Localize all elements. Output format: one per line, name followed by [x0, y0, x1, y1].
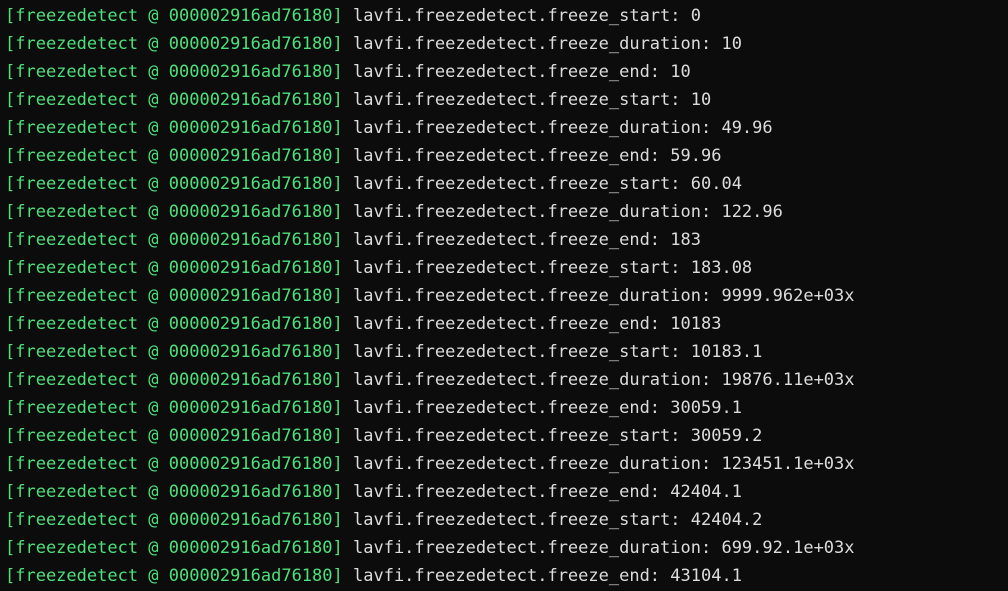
log-line: [freezedetect @ 000002916ad76180] lavfi.…: [5, 338, 1008, 366]
log-source-tag: [freezedetect @ 000002916ad76180]: [5, 510, 343, 530]
log-line: [freezedetect @ 000002916ad76180] lavfi.…: [5, 114, 1008, 142]
log-message: lavfi.freezedetect.freeze_duration: 1987…: [342, 370, 855, 390]
log-message: lavfi.freezedetect.freeze_duration: 10: [342, 34, 742, 54]
log-line: [freezedetect @ 000002916ad76180] lavfi.…: [5, 282, 1008, 310]
log-line: [freezedetect @ 000002916ad76180] lavfi.…: [5, 226, 1008, 254]
log-line: [freezedetect @ 000002916ad76180] lavfi.…: [5, 366, 1008, 394]
log-line: [freezedetect @ 000002916ad76180] lavfi.…: [5, 562, 1008, 590]
log-source-tag: [freezedetect @ 000002916ad76180]: [5, 538, 343, 558]
log-source-tag: [freezedetect @ 000002916ad76180]: [5, 90, 343, 110]
log-message: lavfi.freezedetect.freeze_start: 30059.2: [342, 426, 763, 446]
log-source-tag: [freezedetect @ 000002916ad76180]: [5, 342, 343, 362]
log-message: lavfi.freezedetect.freeze_end: 43104.1: [342, 566, 742, 586]
log-source-tag: [freezedetect @ 000002916ad76180]: [5, 34, 343, 54]
log-source-tag: [freezedetect @ 000002916ad76180]: [5, 62, 343, 82]
log-message: lavfi.freezedetect.freeze_end: 30059.1: [342, 398, 742, 418]
log-line: [freezedetect @ 000002916ad76180] lavfi.…: [5, 422, 1008, 450]
log-source-tag: [freezedetect @ 000002916ad76180]: [5, 6, 343, 26]
log-message: lavfi.freezedetect.freeze_duration: 699.…: [342, 538, 855, 558]
log-message: lavfi.freezedetect.freeze_duration: 122.…: [342, 202, 783, 222]
log-line: [freezedetect @ 000002916ad76180] lavfi.…: [5, 86, 1008, 114]
log-message: lavfi.freezedetect.freeze_start: 10: [342, 90, 712, 110]
log-line: [freezedetect @ 000002916ad76180] lavfi.…: [5, 506, 1008, 534]
log-line: [freezedetect @ 000002916ad76180] lavfi.…: [5, 534, 1008, 562]
log-message: lavfi.freezedetect.freeze_start: 10183.1: [342, 342, 763, 362]
log-source-tag: [freezedetect @ 000002916ad76180]: [5, 398, 343, 418]
log-message: lavfi.freezedetect.freeze_duration: 9999…: [342, 286, 855, 306]
log-message: lavfi.freezedetect.freeze_start: 183.08: [342, 258, 753, 278]
log-source-tag: [freezedetect @ 000002916ad76180]: [5, 482, 343, 502]
log-line: [freezedetect @ 000002916ad76180] lavfi.…: [5, 394, 1008, 422]
log-line: [freezedetect @ 000002916ad76180] lavfi.…: [5, 30, 1008, 58]
log-line: [freezedetect @ 000002916ad76180] lavfi.…: [5, 450, 1008, 478]
log-source-tag: [freezedetect @ 000002916ad76180]: [5, 286, 343, 306]
log-source-tag: [freezedetect @ 000002916ad76180]: [5, 314, 343, 334]
log-line: [freezedetect @ 000002916ad76180] lavfi.…: [5, 2, 1008, 30]
log-source-tag: [freezedetect @ 000002916ad76180]: [5, 230, 343, 250]
log-message: lavfi.freezedetect.freeze_end: 10183: [342, 314, 722, 334]
log-source-tag: [freezedetect @ 000002916ad76180]: [5, 258, 343, 278]
log-source-tag: [freezedetect @ 000002916ad76180]: [5, 426, 343, 446]
terminal-output[interactable]: [freezedetect @ 000002916ad76180] lavfi.…: [0, 0, 1008, 591]
log-message: lavfi.freezedetect.freeze_end: 183: [342, 230, 701, 250]
log-source-tag: [freezedetect @ 000002916ad76180]: [5, 118, 343, 138]
log-message: lavfi.freezedetect.freeze_end: 10: [342, 62, 691, 82]
log-message: lavfi.freezedetect.freeze_start: 0: [342, 6, 701, 26]
log-message: lavfi.freezedetect.freeze_start: 60.04: [342, 174, 742, 194]
log-source-tag: [freezedetect @ 000002916ad76180]: [5, 174, 343, 194]
log-source-tag: [freezedetect @ 000002916ad76180]: [5, 202, 343, 222]
log-source-tag: [freezedetect @ 000002916ad76180]: [5, 146, 343, 166]
log-message: lavfi.freezedetect.freeze_duration: 1234…: [342, 454, 855, 474]
log-message: lavfi.freezedetect.freeze_end: 42404.1: [342, 482, 742, 502]
log-source-tag: [freezedetect @ 000002916ad76180]: [5, 370, 343, 390]
log-message: lavfi.freezedetect.freeze_duration: 49.9…: [342, 118, 773, 138]
log-line: [freezedetect @ 000002916ad76180] lavfi.…: [5, 254, 1008, 282]
log-line: [freezedetect @ 000002916ad76180] lavfi.…: [5, 310, 1008, 338]
log-line: [freezedetect @ 000002916ad76180] lavfi.…: [5, 198, 1008, 226]
log-line: [freezedetect @ 000002916ad76180] lavfi.…: [5, 58, 1008, 86]
log-source-tag: [freezedetect @ 000002916ad76180]: [5, 454, 343, 474]
log-line: [freezedetect @ 000002916ad76180] lavfi.…: [5, 142, 1008, 170]
log-message: lavfi.freezedetect.freeze_start: 42404.2: [342, 510, 763, 530]
log-line: [freezedetect @ 000002916ad76180] lavfi.…: [5, 478, 1008, 506]
log-source-tag: [freezedetect @ 000002916ad76180]: [5, 566, 343, 586]
log-message: lavfi.freezedetect.freeze_end: 59.96: [342, 146, 722, 166]
log-line: [freezedetect @ 000002916ad76180] lavfi.…: [5, 170, 1008, 198]
